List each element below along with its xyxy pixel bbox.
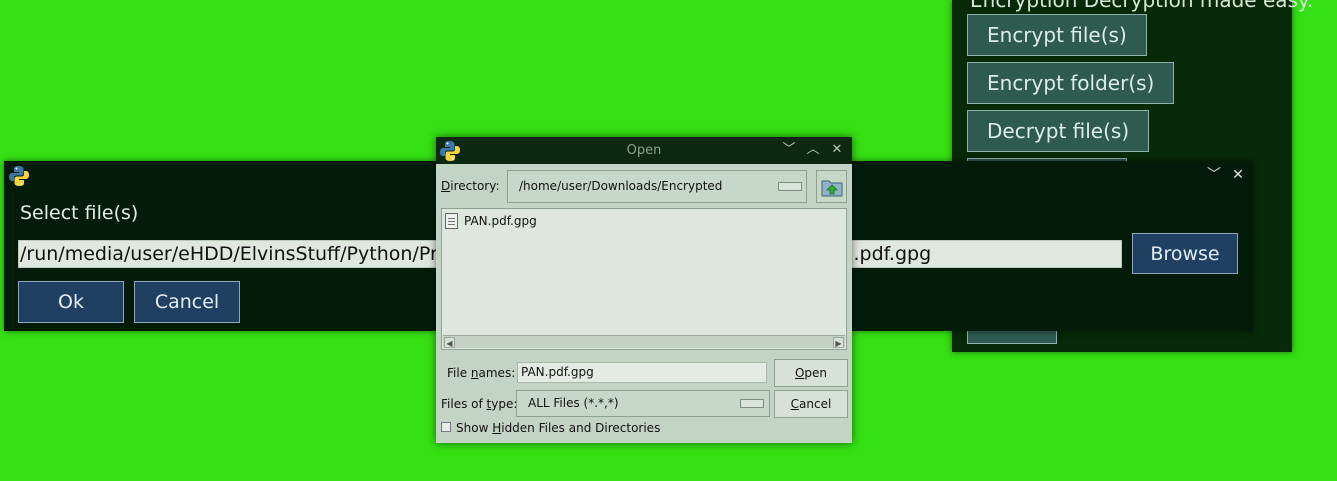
- file-icon: [445, 213, 458, 229]
- horizontal-scrollbar[interactable]: ◀ ▶: [443, 335, 845, 348]
- scroll-left-icon[interactable]: ◀: [444, 337, 455, 348]
- python-logo-icon: [9, 166, 29, 186]
- file-names-input[interactable]: PAN.pdf.gpg: [517, 362, 767, 383]
- folder-up-icon: [821, 180, 842, 196]
- files-of-type-value: ALL Files (*.*,*): [528, 396, 619, 410]
- dropdown-arrow-icon[interactable]: [740, 399, 764, 408]
- directory-dropdown[interactable]: /home/user/Downloads/Encrypted: [507, 170, 807, 203]
- python-logo-icon: [440, 141, 460, 161]
- browse-button[interactable]: Browse: [1132, 233, 1238, 274]
- show-hidden-label[interactable]: Show Hidden Files and Directories: [456, 421, 660, 435]
- cancel-button[interactable]: Cancel: [134, 281, 240, 323]
- select-files-label: Select file(s): [20, 202, 139, 224]
- decrypt-files-button[interactable]: Decrypt file(s): [967, 110, 1150, 152]
- open-dialog-titlebar[interactable]: Open ﹀ ︿ ✕: [436, 137, 852, 164]
- close-icon[interactable]: ✕: [829, 142, 845, 158]
- minimize-icon[interactable]: ﹀: [1206, 167, 1222, 183]
- scroll-right-icon[interactable]: ▶: [833, 337, 844, 348]
- directory-label: Directory:: [441, 179, 500, 193]
- close-icon[interactable]: ✕: [1230, 167, 1246, 183]
- app-tagline: Encryption Decryption made easy.: [970, 0, 1314, 12]
- directory-value: /home/user/Downloads/Encrypted: [519, 179, 723, 193]
- list-item[interactable]: PAN.pdf.gpg: [445, 213, 537, 229]
- files-of-type-label: Files of type:: [441, 397, 518, 411]
- ok-button[interactable]: Ok: [18, 281, 124, 323]
- file-names-label: File names:: [447, 366, 516, 380]
- open-file-dialog: Open ﹀ ︿ ✕ Directory: /home/user/Downloa…: [436, 137, 852, 443]
- show-hidden-checkbox[interactable]: [441, 422, 451, 432]
- file-name: PAN.pdf.gpg: [464, 214, 537, 228]
- open-button[interactable]: Open: [774, 359, 848, 387]
- files-of-type-dropdown[interactable]: ALL Files (*.*,*): [516, 390, 770, 417]
- encrypt-folders-button[interactable]: Encrypt folder(s): [967, 62, 1175, 104]
- dropdown-arrow-icon[interactable]: [778, 182, 802, 191]
- minimize-icon[interactable]: ﹀: [781, 142, 797, 158]
- maximize-icon[interactable]: ︿: [805, 142, 821, 158]
- file-list[interactable]: PAN.pdf.gpg ◀ ▶: [441, 208, 847, 350]
- parent-directory-button[interactable]: [816, 170, 847, 203]
- cancel-button[interactable]: Cancel: [774, 390, 848, 418]
- encrypt-files-button[interactable]: Encrypt file(s): [967, 14, 1147, 56]
